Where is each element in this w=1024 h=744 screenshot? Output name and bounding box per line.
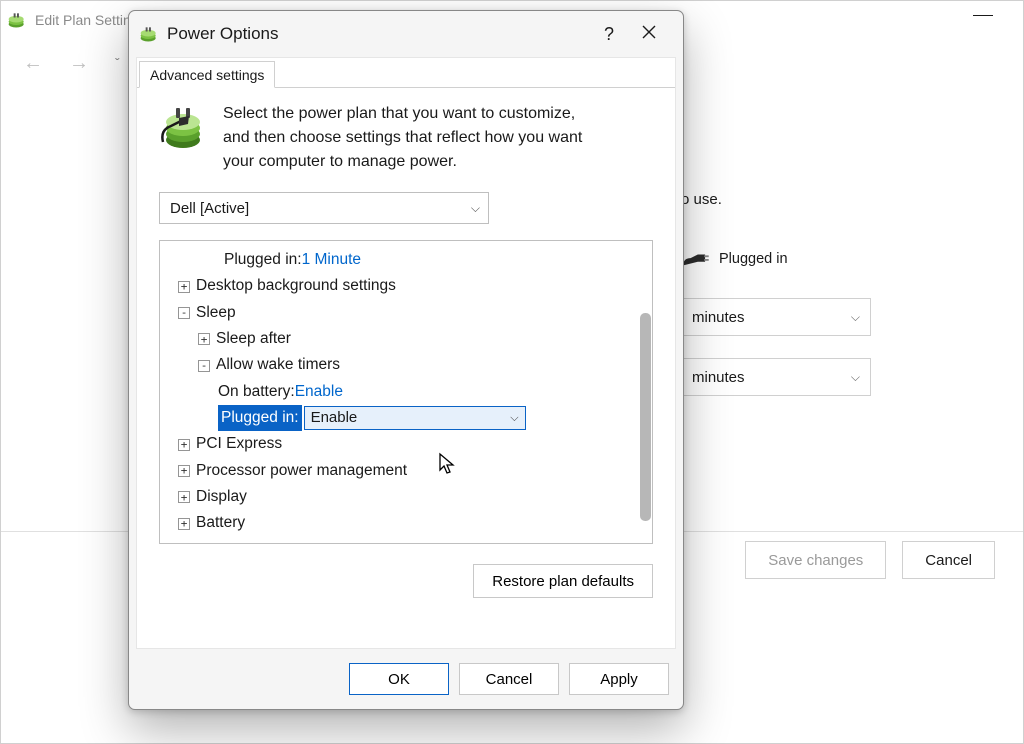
dialog-content: Advanced settings Select the p: [136, 57, 676, 649]
tree-item-processor-power[interactable]: + Processor power management: [166, 458, 638, 484]
tree-value-row[interactable]: Plugged in: 1 Minute: [166, 247, 638, 273]
tree-item-display[interactable]: + Display: [166, 484, 638, 510]
select-value: minutes: [692, 309, 745, 326]
label: On battery:: [218, 379, 295, 405]
select-value: minutes: [692, 369, 745, 386]
battery-icon: [139, 24, 159, 44]
dialog-buttons: OK Cancel Apply: [129, 649, 683, 709]
chevron-down-icon: ⌵: [471, 201, 480, 216]
tree-item-sleep-after[interactable]: + Sleep after: [166, 326, 638, 352]
expand-icon[interactable]: +: [178, 518, 190, 530]
expand-icon[interactable]: +: [178, 281, 190, 293]
battery-icon: [7, 10, 27, 30]
parent-description-fragment: o use.: [681, 191, 871, 208]
expand-icon[interactable]: +: [178, 439, 190, 451]
plug-icon: [681, 248, 711, 270]
expand-icon[interactable]: +: [198, 333, 210, 345]
nav-forward-icon[interactable]: →: [69, 52, 89, 75]
power-options-dialog: Power Options ? Advanced settings: [128, 10, 684, 710]
value-link[interactable]: Enable: [295, 379, 343, 405]
tab-strip: Advanced settings: [137, 58, 675, 88]
parent-body-fragment: o use. Plugged in minutes ⌵ minutes ⌵: [681, 105, 871, 418]
expand-icon[interactable]: +: [178, 465, 190, 477]
chevron-down-icon: ⌵: [851, 370, 860, 385]
expand-icon[interactable]: +: [178, 491, 190, 503]
tree-item-sleep[interactable]: - Sleep: [166, 300, 638, 326]
parent-minimize-button[interactable]: [973, 15, 993, 17]
help-button[interactable]: ?: [589, 24, 629, 45]
combo-value: Enable: [311, 405, 358, 431]
wake-timer-plugged-combo[interactable]: Enable ⌵: [304, 406, 526, 430]
tree-item-battery[interactable]: + Battery: [166, 510, 638, 536]
tree-item-pci-express[interactable]: + PCI Express: [166, 431, 638, 457]
restore-plan-defaults-button[interactable]: Restore plan defaults: [473, 564, 653, 598]
dialog-title: Power Options: [167, 24, 279, 44]
chevron-down-icon: ⌵: [510, 409, 518, 428]
tree-value-row[interactable]: On battery: Enable: [166, 379, 638, 405]
dialog-titlebar: Power Options ?: [129, 11, 683, 57]
close-button[interactable]: [629, 24, 669, 44]
selected-label: Plugged in:: [218, 405, 302, 431]
label: Plugged in:: [224, 247, 302, 273]
nav-caret-icon[interactable]: ˇ: [115, 55, 120, 71]
tree-item-desktop-background[interactable]: + Desktop background settings: [166, 273, 638, 299]
save-changes-button[interactable]: Save changes: [745, 541, 886, 579]
collapse-icon[interactable]: -: [178, 307, 190, 319]
tree-item-allow-wake-timers[interactable]: - Allow wake timers: [166, 352, 638, 378]
dialog-intro: Select the power plan that you want to c…: [223, 102, 593, 174]
plugged-in-header: Plugged in: [719, 251, 788, 267]
chevron-down-icon: ⌵: [851, 310, 860, 325]
sleep-select[interactable]: minutes ⌵: [681, 358, 871, 396]
settings-tree: Plugged in: 1 Minute + Desktop backgroun…: [159, 240, 653, 544]
turn-off-display-select[interactable]: minutes ⌵: [681, 298, 871, 336]
battery-large-icon: [159, 102, 209, 154]
ok-button[interactable]: OK: [349, 663, 449, 695]
apply-button[interactable]: Apply: [569, 663, 669, 695]
cancel-button[interactable]: Cancel: [459, 663, 559, 695]
cancel-button[interactable]: Cancel: [902, 541, 995, 579]
nav-back-icon[interactable]: ←: [23, 52, 43, 75]
value-link[interactable]: 1 Minute: [302, 247, 361, 273]
power-plan-value: Dell [Active]: [170, 200, 249, 217]
scrollbar-thumb[interactable]: [640, 313, 651, 521]
power-plan-select[interactable]: Dell [Active] ⌵: [159, 192, 489, 224]
tree-value-row-selected[interactable]: Plugged in: Enable ⌵: [166, 405, 638, 431]
tab-advanced-settings[interactable]: Advanced settings: [139, 61, 275, 88]
collapse-icon[interactable]: -: [198, 360, 210, 372]
